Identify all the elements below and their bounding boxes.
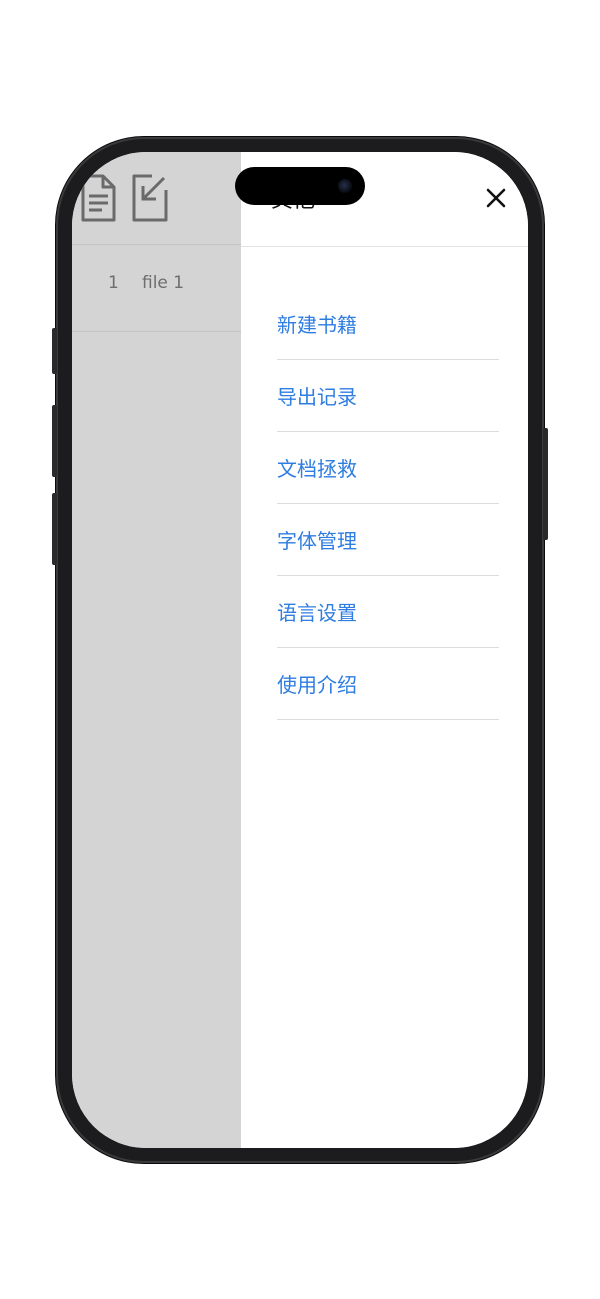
volume-up-hardware bbox=[52, 405, 57, 477]
power-button-hardware bbox=[543, 428, 548, 540]
document-icon[interactable] bbox=[78, 172, 118, 224]
menu-list: 新建书籍 导出记录 文档拯救 字体管理 语言设置 使用介绍 bbox=[277, 288, 499, 720]
front-camera bbox=[338, 179, 352, 193]
menu-item-language-settings[interactable]: 语言设置 bbox=[277, 576, 499, 648]
close-icon[interactable] bbox=[482, 184, 510, 212]
action-button-hardware bbox=[52, 328, 57, 374]
menu-item-font-management[interactable]: 字体管理 bbox=[277, 504, 499, 576]
dynamic-island bbox=[235, 167, 365, 205]
side-menu-panel: 其他 新建书籍 导出记录 文档拯救 字体管理 语言设置 使用介绍 bbox=[241, 152, 528, 1148]
volume-down-hardware bbox=[52, 493, 57, 565]
import-icon[interactable] bbox=[130, 172, 170, 224]
menu-item-export-records[interactable]: 导出记录 bbox=[277, 360, 499, 432]
menu-item-usage-guide[interactable]: 使用介绍 bbox=[277, 648, 499, 720]
screen: 1 file 1 其他 新建书籍 导出记录 文档拯救 字体管理 语言设置 使用介… bbox=[72, 152, 528, 1148]
file-index: 1 bbox=[108, 273, 119, 293]
file-name: file 1 bbox=[142, 273, 185, 293]
menu-item-new-book[interactable]: 新建书籍 bbox=[277, 288, 499, 360]
file-toolbar bbox=[72, 152, 241, 245]
menu-item-document-rescue[interactable]: 文档拯救 bbox=[277, 432, 499, 504]
dimmed-backdrop[interactable]: 1 file 1 bbox=[72, 152, 241, 1148]
file-list-item[interactable]: 1 file 1 bbox=[72, 245, 241, 332]
